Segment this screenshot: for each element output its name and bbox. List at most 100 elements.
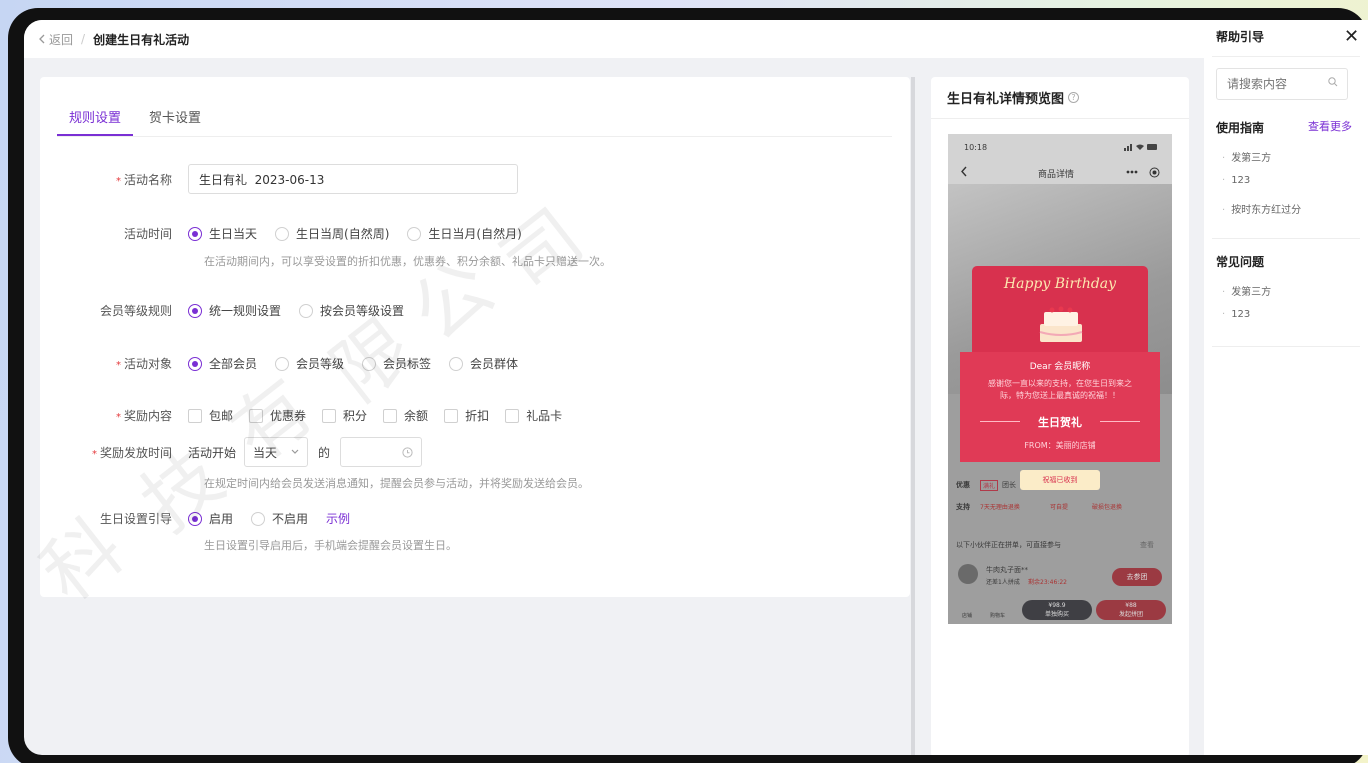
radio-guide-enable[interactable]: 启用	[188, 510, 233, 527]
divider	[931, 118, 1189, 119]
breadcrumb-separator: /	[81, 32, 86, 46]
offer-text: 团长	[1002, 481, 1016, 489]
time-picker[interactable]	[340, 437, 423, 467]
radio-member-level[interactable]: 会员等级	[275, 355, 344, 372]
tab-card[interactable]: 贺卡设置	[137, 97, 213, 136]
guide-hint: 生日设置引导启用后，手机端会提醒会员设置生日。	[204, 539, 457, 552]
preview-title: 生日有礼详情预览图	[947, 92, 1065, 107]
example-link[interactable]: 示例	[326, 510, 350, 527]
rewards-label: 奖励内容	[123, 409, 172, 423]
form-card: 规则设置 贺卡设置 *活动名称 活动时间 生日当天 生日当周(自然周) 生日当月…	[40, 77, 910, 597]
support-label: 支持	[956, 503, 970, 511]
row-member-level: 会员等级规则 统一规则设置 按会员等级设置	[40, 302, 404, 319]
status-icons	[1124, 144, 1157, 151]
radio-birthday-day[interactable]: 生日当天	[188, 225, 257, 242]
row-send-time: * 奖励发放时间 活动开始 当天 的	[40, 437, 423, 467]
topbar: 返回 / 创建生日有礼活动	[24, 20, 1204, 58]
row-activity-name: * 活动名称	[40, 164, 518, 194]
radio-guide-disable[interactable]: 不启用	[251, 510, 308, 527]
user-avatar	[958, 564, 978, 584]
faq-section-title: 常见问题	[1216, 255, 1265, 269]
panel-splitter[interactable]	[911, 77, 915, 755]
divider	[1212, 346, 1360, 347]
required-mark: *	[115, 360, 121, 371]
start-group-button[interactable]: ¥88 发起拼团	[1096, 600, 1166, 620]
user-time: 剩余23:46:22	[1028, 579, 1067, 586]
radio-member-group[interactable]: 会员群体	[449, 355, 518, 372]
support-item: 破损包退换	[1092, 504, 1123, 511]
group-text: 以下小伙伴正在拼单，可直接参与	[956, 541, 1061, 549]
guide-item[interactable]: 按时东方红过分	[1222, 201, 1301, 216]
activity-name-label: 活动名称	[123, 172, 172, 187]
radio-birthday-month[interactable]: 生日当月(自然月)	[407, 225, 522, 242]
radio-all-members[interactable]: 全部会员	[188, 355, 257, 372]
row-activity-time: 活动时间 生日当天 生日当周(自然周) 生日当月(自然月)	[40, 225, 522, 242]
member-level-label: 会员等级规则	[99, 304, 172, 318]
more-icon	[1126, 170, 1138, 174]
from-text: FROM：美丽的店铺	[1024, 441, 1096, 450]
message-line-2: 际，特为您送上最真诚的祝福！！	[1000, 391, 1120, 400]
preview-panel: 生日有礼详情预览图 ? 10:18 商品详情 Happy Birthday De…	[931, 77, 1189, 755]
required-mark: *	[115, 412, 121, 423]
help-panel: 帮助引导 ✕ 使用指南 查看更多 发第三方 123 按时东方红过分 常见问题 发…	[1204, 20, 1368, 755]
required-mark: *	[91, 448, 97, 460]
cart-label[interactable]: 购物车	[990, 612, 1005, 619]
cake-icon	[1039, 306, 1083, 342]
target-icon	[1149, 167, 1160, 178]
message-line-1: 感谢您一直以来的支持，在您生日到来之	[988, 379, 1132, 388]
activity-name-input[interactable]	[188, 164, 518, 194]
card-title: Happy Birthday	[1003, 276, 1117, 292]
dear-text: Dear 会员昵称	[1029, 362, 1091, 372]
tab-rules[interactable]: 规则设置	[57, 97, 134, 136]
phone-header: 10:18 商品详情	[948, 134, 1172, 184]
group-more-link[interactable]: 查看	[1140, 540, 1154, 550]
guide-label: 生日设置引导	[99, 512, 172, 526]
back-arrow-icon	[961, 166, 967, 177]
buy-alone-button[interactable]: ¥98.9 单独购买	[1022, 600, 1092, 620]
row-target: * 活动对象 全部会员 会员等级 会员标签 会员群体	[40, 355, 518, 372]
phone-time: 10:18	[964, 143, 988, 152]
back-link[interactable]: 返回	[38, 31, 73, 48]
target-label: 活动对象	[123, 357, 172, 371]
send-time-prefix: 活动开始	[188, 445, 237, 460]
offer-tag: 满礼	[980, 480, 999, 491]
gift-title: 生日贺礼	[960, 414, 1160, 430]
check-coupon[interactable]: 优惠券	[249, 407, 306, 424]
shop-label[interactable]: 店铺	[962, 612, 972, 619]
activity-time-hint: 在活动期间内，可以享受设置的折扣优惠，优惠券、积分余额、礼品卡只赠送一次。	[204, 255, 611, 268]
close-icon[interactable]: ✕	[1344, 26, 1359, 47]
user-sub: 还差1人拼成	[986, 579, 1020, 586]
activity-time-label: 活动时间	[123, 227, 172, 241]
clock-icon	[402, 446, 413, 458]
radio-unified-rule[interactable]: 统一规则设置	[188, 302, 281, 319]
radio-birthday-week[interactable]: 生日当周(自然周)	[275, 225, 389, 242]
app-screen: 返回 / 创建生日有礼活动 规则设置 贺卡设置 *活动名称 活动时间 生日当天 …	[24, 20, 1368, 755]
check-points[interactable]: 积分	[322, 407, 367, 424]
help-title: 帮助引导	[1216, 30, 1265, 44]
check-free-shipping[interactable]: 包邮	[188, 407, 233, 424]
faq-item[interactable]: 发第三方	[1222, 283, 1271, 298]
guide-item[interactable]: 发第三方	[1222, 149, 1271, 164]
received-button[interactable]: 祝福已收到	[1020, 470, 1100, 490]
support-item: 7天无理由退换	[980, 504, 1020, 511]
send-time-select[interactable]: 当天	[244, 437, 309, 467]
send-time-label: 奖励发放时间	[99, 445, 172, 460]
view-more-link[interactable]: 查看更多	[1308, 118, 1352, 134]
faq-item[interactable]: 123	[1222, 309, 1250, 320]
page-title: 创建生日有礼活动	[93, 32, 190, 47]
check-gift-card[interactable]: 礼品卡	[505, 407, 562, 424]
tab-bar: 规则设置 贺卡设置	[57, 97, 892, 137]
check-balance[interactable]: 余额	[383, 407, 428, 424]
divider	[1212, 238, 1360, 239]
help-circle-icon[interactable]: ?	[1068, 92, 1080, 103]
check-discount[interactable]: 折扣	[444, 407, 489, 424]
chevron-left-icon	[39, 34, 45, 44]
birthday-card: Happy Birthday	[972, 266, 1148, 361]
back-label: 返回	[49, 32, 74, 47]
join-group-button[interactable]: 去参团	[1112, 568, 1162, 586]
radio-member-tag[interactable]: 会员标签	[362, 355, 431, 372]
user-name: 牛肉丸子面**	[986, 566, 1028, 574]
radio-by-level[interactable]: 按会员等级设置	[299, 302, 404, 319]
guide-item[interactable]: 123	[1222, 175, 1250, 186]
search-icon[interactable]	[1328, 77, 1338, 87]
